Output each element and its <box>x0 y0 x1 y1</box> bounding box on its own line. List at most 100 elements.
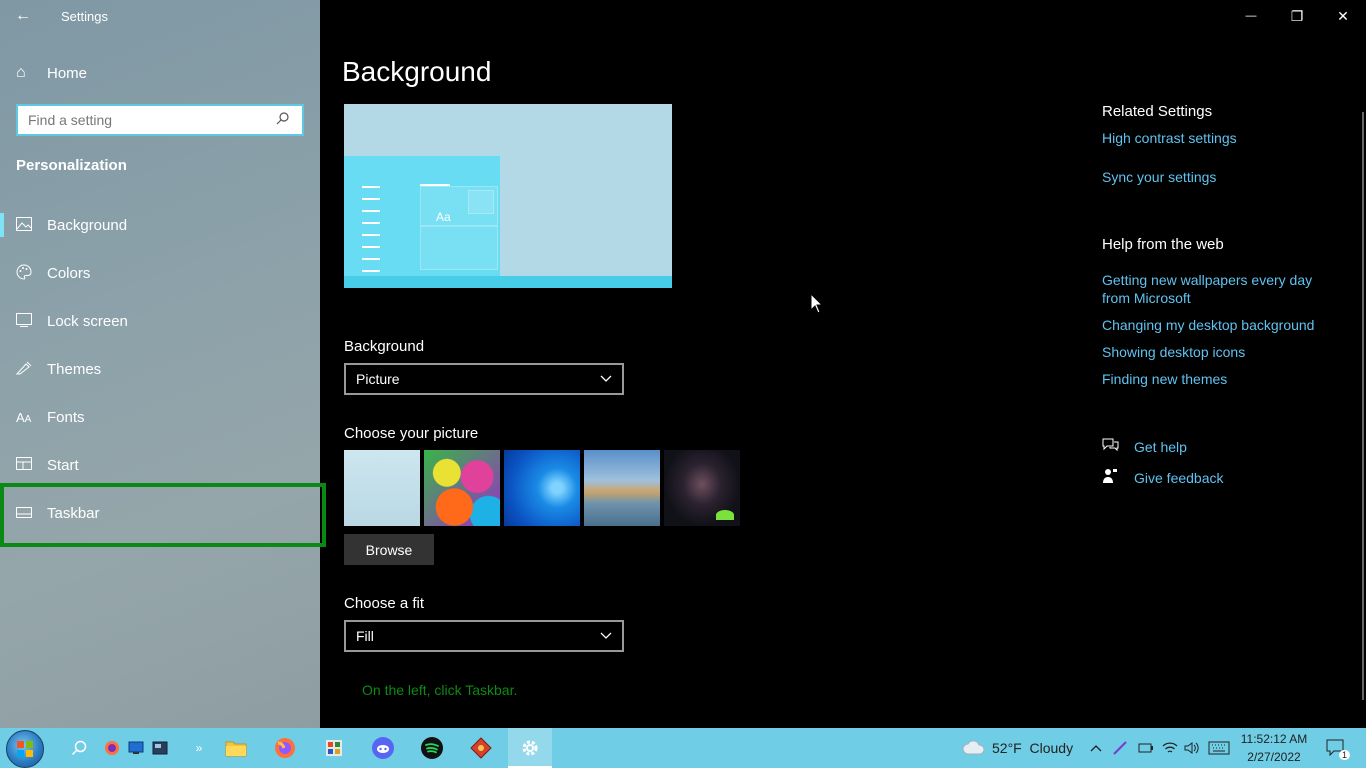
new-themes-link[interactable]: Finding new themes <box>1102 370 1342 388</box>
show-hidden-icons-chevron-icon[interactable] <box>1090 728 1104 768</box>
notifications-button[interactable]: 1 <box>1320 734 1352 762</box>
preview-line <box>362 270 380 272</box>
start-button[interactable] <box>6 730 44 768</box>
chevron-down-icon <box>590 629 622 643</box>
chat-help-icon <box>1102 437 1134 456</box>
home-nav-item[interactable]: ⌂ Home <box>0 56 320 90</box>
battery-icon[interactable] <box>1138 728 1156 768</box>
lock-screen-icon <box>0 312 47 330</box>
fit-dropdown[interactable]: Fill <box>344 620 624 652</box>
volume-icon[interactable] <box>1184 728 1202 768</box>
scrollbar[interactable] <box>1362 112 1364 700</box>
preview-line <box>362 198 380 200</box>
picture-thumbnail[interactable] <box>344 450 420 526</box>
mouse-cursor-icon <box>810 293 824 314</box>
minimize-button[interactable]: — <box>1228 0 1274 32</box>
search-box[interactable]: Find a setting <box>16 104 304 136</box>
sidebar-item-fonts[interactable]: AA Fonts <box>0 393 320 441</box>
sidebar-item-lock-screen[interactable]: Lock screen <box>0 297 320 345</box>
close-button[interactable]: ✕ <box>1320 0 1366 32</box>
clock-date: 2/27/2022 <box>1247 750 1301 764</box>
preview-line <box>362 246 380 248</box>
page-title: Background <box>342 56 492 87</box>
restore-button[interactable]: ❐ <box>1274 0 1320 32</box>
preview-line <box>420 184 450 186</box>
search-icon[interactable] <box>276 112 302 128</box>
search-input[interactable]: Find a setting <box>18 112 276 128</box>
section-title: Personalization <box>16 157 127 174</box>
picture-icon <box>0 216 47 234</box>
clock-time: 11:52:12 AM <box>1240 732 1308 746</box>
give-feedback-label: Give feedback <box>1134 470 1224 486</box>
get-help-link[interactable]: Get help <box>1102 437 1187 456</box>
sidebar-item-colors[interactable]: Colors <box>0 249 320 297</box>
sidebar-item-label: Lock screen <box>47 312 128 330</box>
give-feedback-link[interactable]: Give feedback <box>1102 468 1224 488</box>
sidebar-item-label: Fonts <box>47 408 85 426</box>
sidebar-item-label: Start <box>47 456 79 474</box>
preview-line <box>362 258 380 260</box>
taskbar: » 52°F Cloudy 11:52:12 AM 2/27/2022 1 <box>0 728 1366 768</box>
sidebar-item-label: Themes <box>47 360 102 378</box>
keyboard-icon[interactable] <box>1208 728 1232 768</box>
windows-logo-icon <box>17 741 33 757</box>
settings-sidebar: ← Settings ⌂ Home Find a setting Persona… <box>0 0 326 728</box>
picture-thumbnail[interactable] <box>584 450 660 526</box>
minimize-icon: — <box>1245 10 1257 22</box>
window-switcher-icon[interactable] <box>150 734 170 762</box>
sidebar-item-label: Colors <box>47 264 91 282</box>
sidebar-item-themes[interactable]: Themes <box>0 345 320 393</box>
chevron-down-icon <box>590 372 622 386</box>
preview-line <box>362 186 380 188</box>
spotify-taskbar-icon[interactable] <box>410 728 454 768</box>
high-contrast-link[interactable]: High contrast settings <box>1102 129 1342 147</box>
sync-settings-link[interactable]: Sync your settings <box>1102 168 1342 186</box>
background-dropdown[interactable]: Picture <box>344 363 624 395</box>
preview-line <box>362 234 380 236</box>
settings-taskbar-icon[interactable] <box>508 728 552 768</box>
instruction-text: On the left, click Taskbar. <box>362 682 518 698</box>
firefox-taskbar-icon[interactable] <box>263 728 307 768</box>
picture-thumbnails <box>344 450 740 526</box>
back-button[interactable]: ← <box>0 0 46 32</box>
discord-taskbar-icon[interactable] <box>361 728 405 768</box>
firefox-quicklaunch-icon[interactable] <box>102 734 122 762</box>
sidebar-item-start[interactable]: Start <box>0 441 320 489</box>
fonts-icon: AA <box>16 409 32 425</box>
home-icon: ⌂ <box>16 64 26 81</box>
picture-thumbnail[interactable] <box>504 450 580 526</box>
back-arrow-icon: ← <box>15 7 31 24</box>
wifi-icon[interactable] <box>1162 728 1180 768</box>
change-background-link[interactable]: Changing my desktop background <box>1102 316 1342 334</box>
show-more-chevron-icon[interactable]: » <box>190 734 208 762</box>
window-controls: — ❐ ✕ <box>1228 0 1366 32</box>
clock[interactable]: 11:52:12 AM 2/27/2022 <box>1236 730 1312 766</box>
sidebar-item-label: Background <box>47 216 128 234</box>
cloud-icon <box>962 739 986 758</box>
picture-thumbnail[interactable] <box>664 450 740 526</box>
themes-icon <box>0 361 47 378</box>
choose-picture-label: Choose your picture <box>344 425 479 442</box>
preview-line <box>362 210 380 212</box>
home-label: Home <box>47 64 88 82</box>
weather-widget[interactable]: 52°F Cloudy <box>962 728 1073 768</box>
close-icon: ✕ <box>1337 7 1349 24</box>
browse-button[interactable]: Browse <box>344 534 434 565</box>
paint-app-taskbar-icon[interactable] <box>459 728 503 768</box>
file-explorer-taskbar-icon[interactable] <box>214 728 258 768</box>
restore-icon: ❐ <box>1290 7 1304 24</box>
desktop-quicklaunch-icon[interactable] <box>126 734 146 762</box>
office-taskbar-icon[interactable] <box>312 728 356 768</box>
choose-fit-label: Choose a fit <box>344 595 425 612</box>
weather-text: 52°F Cloudy <box>992 740 1074 756</box>
taskbar-highlight-box <box>0 483 326 547</box>
feedback-icon <box>1102 468 1134 488</box>
new-wallpapers-link[interactable]: Getting new wallpapers every day from Mi… <box>1102 271 1332 307</box>
picture-thumbnail[interactable] <box>424 450 500 526</box>
desktop-icons-link[interactable]: Showing desktop icons <box>1102 343 1342 361</box>
pen-icon[interactable] <box>1112 728 1130 768</box>
search-icon[interactable] <box>66 734 92 762</box>
background-preview: Aa <box>344 104 672 288</box>
sidebar-item-background[interactable]: Background <box>0 201 320 249</box>
fit-dropdown-value: Fill <box>356 628 374 644</box>
